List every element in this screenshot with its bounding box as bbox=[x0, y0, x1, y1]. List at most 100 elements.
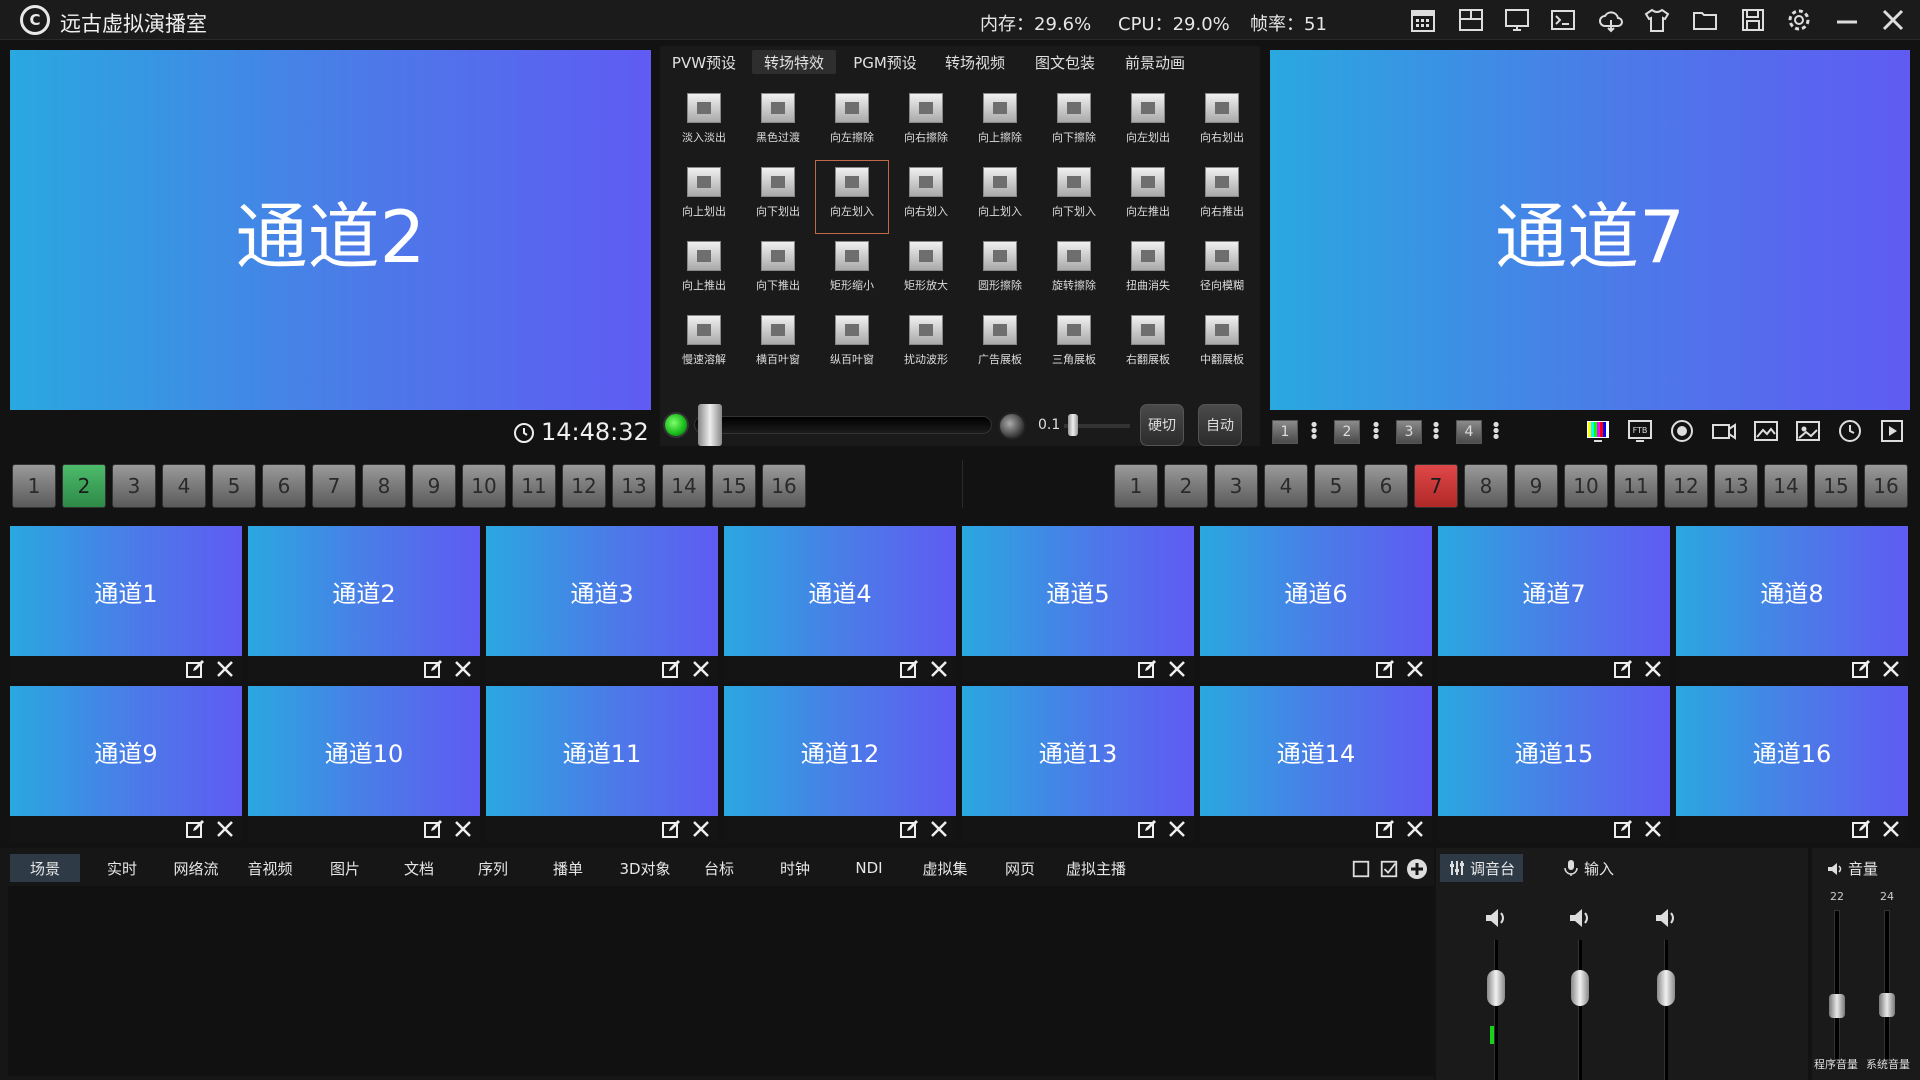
tab-source-11[interactable]: NDI bbox=[836, 854, 902, 882]
effect-item[interactable]: 旋转擦除 bbox=[1037, 234, 1111, 308]
effect-item[interactable]: 向右推出 bbox=[1185, 160, 1259, 234]
channel-tile[interactable]: 通道2 bbox=[248, 526, 480, 656]
ftb-icon[interactable]: FTB bbox=[1624, 416, 1656, 446]
channel-tile[interactable]: 通道16 bbox=[1676, 686, 1908, 816]
mini-button-4[interactable]: 4 bbox=[1456, 420, 1482, 444]
edit-icon[interactable] bbox=[660, 818, 682, 840]
record-icon[interactable] bbox=[1666, 416, 1698, 446]
channel-tile[interactable]: 通道6 bbox=[1200, 526, 1432, 656]
pgm-channel-button-9[interactable]: 9 bbox=[1514, 464, 1558, 508]
more-options-icon[interactable]: • • • bbox=[1491, 417, 1502, 447]
pgm-channel-button-14[interactable]: 14 bbox=[1764, 464, 1808, 508]
close-icon[interactable] bbox=[214, 818, 236, 840]
effect-item[interactable]: 广告展板 bbox=[963, 308, 1037, 382]
pvw-channel-button-3[interactable]: 3 bbox=[112, 464, 156, 508]
tab-source-0[interactable]: 场景 bbox=[10, 854, 80, 882]
edit-icon[interactable] bbox=[1374, 818, 1396, 840]
pgm-channel-button-16[interactable]: 16 bbox=[1864, 464, 1908, 508]
effect-item[interactable]: 右翻展板 bbox=[1111, 308, 1185, 382]
fader-knob[interactable] bbox=[1657, 970, 1675, 1006]
edit-icon[interactable] bbox=[422, 658, 444, 680]
pvw-channel-button-10[interactable]: 10 bbox=[462, 464, 506, 508]
pvw-channel-button-13[interactable]: 13 bbox=[612, 464, 656, 508]
pvw-channel-button-8[interactable]: 8 bbox=[362, 464, 406, 508]
pgm-channel-button-12[interactable]: 12 bbox=[1664, 464, 1708, 508]
tab-source-8[interactable]: 3D对象 bbox=[610, 854, 680, 882]
channel-tile[interactable]: 通道3 bbox=[486, 526, 718, 656]
speaker-icon[interactable] bbox=[1482, 904, 1510, 932]
tab-source-5[interactable]: 文档 bbox=[386, 854, 452, 882]
effect-item[interactable]: 向左划入 bbox=[815, 160, 889, 234]
effect-item[interactable]: 横百叶窗 bbox=[741, 308, 815, 382]
close-icon[interactable] bbox=[452, 818, 474, 840]
transition-start-indicator[interactable] bbox=[663, 412, 689, 438]
edit-icon[interactable] bbox=[184, 818, 206, 840]
channel-tile[interactable]: 通道8 bbox=[1676, 526, 1908, 656]
fader-knob[interactable] bbox=[1487, 970, 1505, 1006]
pvw-channel-button-12[interactable]: 12 bbox=[562, 464, 606, 508]
effect-item[interactable]: 向左推出 bbox=[1111, 160, 1185, 234]
close-icon[interactable] bbox=[1166, 818, 1188, 840]
more-options-icon[interactable]: • • • bbox=[1309, 417, 1320, 447]
effect-item[interactable]: 向下划入 bbox=[1037, 160, 1111, 234]
tab-pvw-preset[interactable]: PVW预设 bbox=[664, 50, 744, 74]
transition-speed-knob[interactable] bbox=[1068, 414, 1078, 436]
tab-source-9[interactable]: 台标 bbox=[686, 854, 752, 882]
play-window-icon[interactable] bbox=[1876, 416, 1908, 446]
mini-button-1[interactable]: 1 bbox=[1272, 420, 1298, 444]
image-edit-icon[interactable] bbox=[1750, 416, 1782, 446]
minimize-icon[interactable] bbox=[1828, 4, 1866, 36]
tab-source-1[interactable]: 实时 bbox=[88, 854, 156, 882]
tab-mixer[interactable]: 调音台 bbox=[1440, 854, 1524, 882]
terminal-icon[interactable] bbox=[1544, 4, 1582, 36]
speaker-icon[interactable] bbox=[1566, 904, 1594, 932]
effect-item[interactable]: 矩形放大 bbox=[889, 234, 963, 308]
tab-source-6[interactable]: 序列 bbox=[460, 854, 526, 882]
channel-tile[interactable]: 通道7 bbox=[1438, 526, 1670, 656]
cloud-icon[interactable] bbox=[1592, 4, 1630, 36]
auto-button[interactable]: 自动 bbox=[1198, 404, 1242, 446]
edit-icon[interactable] bbox=[184, 658, 206, 680]
edit-icon[interactable] bbox=[1612, 658, 1634, 680]
effect-item[interactable]: 向下划出 bbox=[741, 160, 815, 234]
close-icon[interactable] bbox=[452, 658, 474, 680]
cut-button[interactable]: 硬切 bbox=[1140, 404, 1184, 446]
channel-tile[interactable]: 通道10 bbox=[248, 686, 480, 816]
close-icon[interactable] bbox=[1642, 658, 1664, 680]
t-bar-handle[interactable] bbox=[698, 404, 722, 446]
tab-source-7[interactable]: 播单 bbox=[534, 854, 602, 882]
save-icon[interactable] bbox=[1734, 4, 1772, 36]
pgm-channel-button-5[interactable]: 5 bbox=[1314, 464, 1358, 508]
close-icon[interactable] bbox=[1874, 4, 1912, 36]
channel-tile[interactable]: 通道4 bbox=[724, 526, 956, 656]
effect-item[interactable]: 中翻展板 bbox=[1185, 308, 1259, 382]
system-volume-track[interactable] bbox=[1884, 910, 1890, 1060]
effect-item[interactable]: 向右划出 bbox=[1185, 86, 1259, 160]
pvw-channel-button-4[interactable]: 4 bbox=[162, 464, 206, 508]
effect-item[interactable]: 扰动波形 bbox=[889, 308, 963, 382]
edit-icon[interactable] bbox=[1612, 818, 1634, 840]
pvw-channel-button-15[interactable]: 15 bbox=[712, 464, 756, 508]
effect-item[interactable]: 向上推出 bbox=[667, 234, 741, 308]
pgm-channel-button-10[interactable]: 10 bbox=[1564, 464, 1608, 508]
select-all-icon[interactable] bbox=[1378, 858, 1400, 880]
effect-item[interactable]: 向右擦除 bbox=[889, 86, 963, 160]
pgm-channel-button-8[interactable]: 8 bbox=[1464, 464, 1508, 508]
fader-knob[interactable] bbox=[1571, 970, 1589, 1006]
channel-tile[interactable]: 通道1 bbox=[10, 526, 242, 656]
layout-icon[interactable] bbox=[1452, 4, 1490, 36]
tab-source-14[interactable]: 虚拟主播 bbox=[1060, 854, 1132, 882]
fader-track[interactable] bbox=[1494, 940, 1498, 1080]
close-icon[interactable] bbox=[1404, 818, 1426, 840]
system-volume-knob[interactable] bbox=[1879, 993, 1895, 1017]
more-options-icon[interactable]: • • • bbox=[1371, 417, 1382, 447]
effect-item[interactable]: 向上划出 bbox=[667, 160, 741, 234]
channel-tile[interactable]: 通道11 bbox=[486, 686, 718, 816]
close-icon[interactable] bbox=[690, 658, 712, 680]
pgm-channel-button-2[interactable]: 2 bbox=[1164, 464, 1208, 508]
tab-graphics-package[interactable]: 图文包装 bbox=[1024, 50, 1106, 74]
tab-source-10[interactable]: 时钟 bbox=[760, 854, 830, 882]
tab-source-4[interactable]: 图片 bbox=[312, 854, 378, 882]
pgm-monitor[interactable]: 通道7 bbox=[1270, 50, 1910, 410]
pgm-channel-button-11[interactable]: 11 bbox=[1614, 464, 1658, 508]
